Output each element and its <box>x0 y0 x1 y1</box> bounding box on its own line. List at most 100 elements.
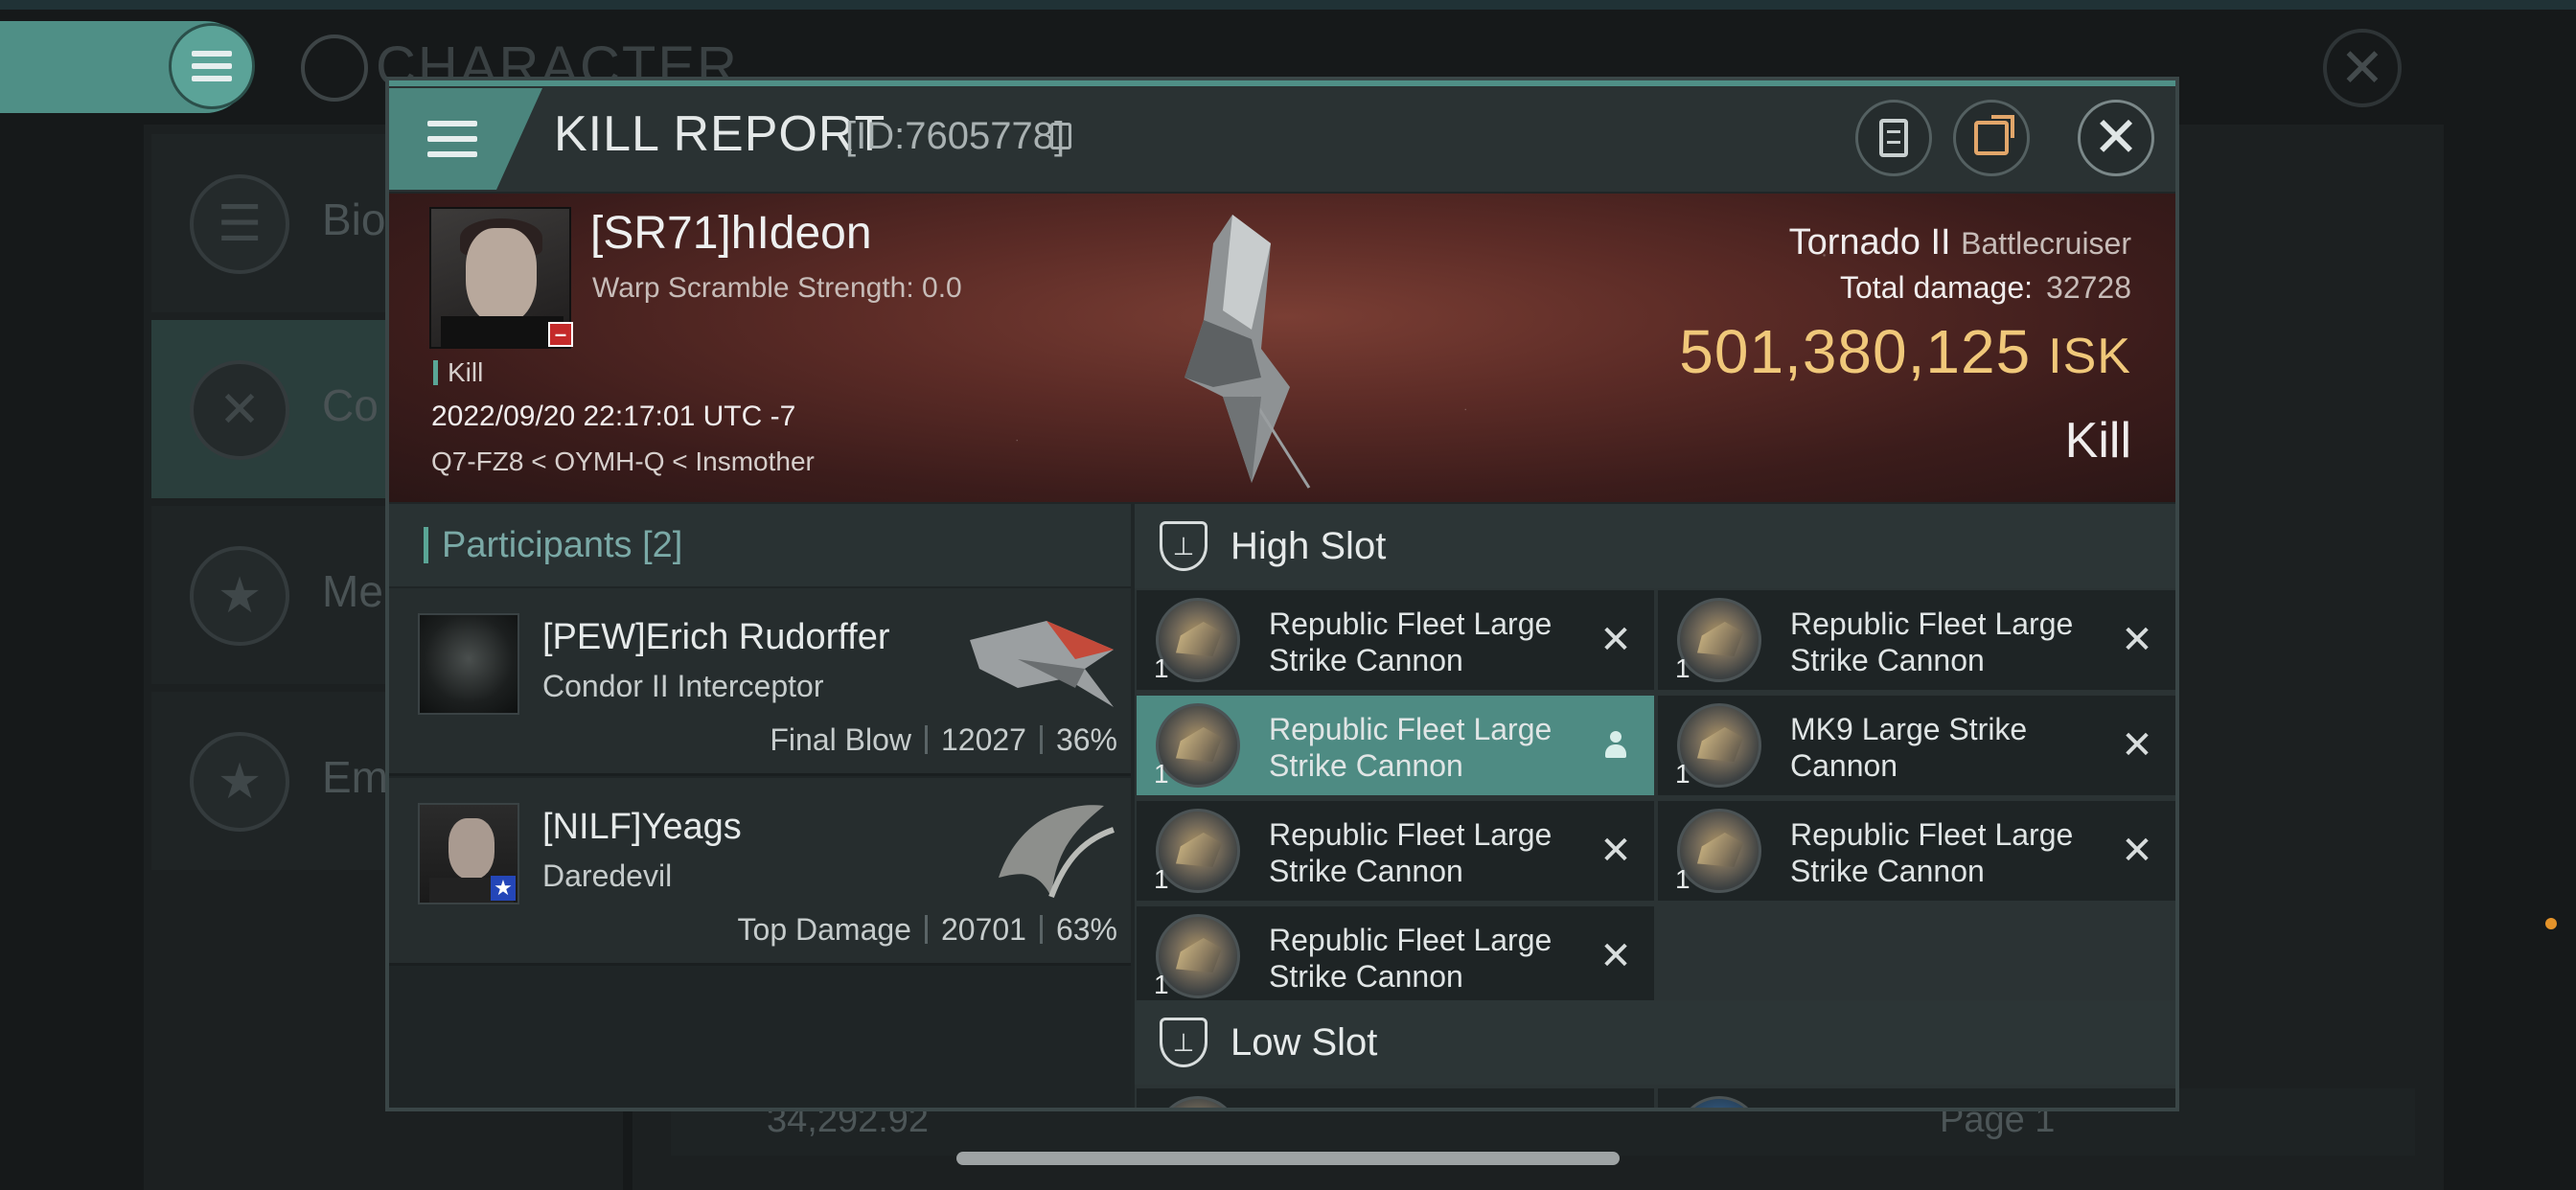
clipboard-button[interactable] <box>1855 100 1932 176</box>
low-slot-label: Low Slot <box>1230 1021 1378 1064</box>
ship-class-text: Battlecruiser <box>1961 226 2131 261</box>
sidebar-item-label: Co <box>322 380 379 430</box>
empty-slot <box>1658 906 2175 1006</box>
module-quantity: 1 <box>1154 970 1169 999</box>
background-menu-button[interactable] <box>169 23 255 109</box>
participant-stats: Final Blow 12027 36% <box>770 722 1117 758</box>
module-name: Republic Fleet Large Strike Cannon <box>1269 817 1552 888</box>
total-damage-label: Total damage: <box>1840 270 2034 305</box>
kill-tag: Kill <box>433 359 483 386</box>
close-button[interactable]: ✕ <box>2078 100 2154 176</box>
high-slot-label: High Slot <box>1230 525 1387 567</box>
module-slot[interactable]: 1 Republic Fleet Large Strike Cannon ✕ <box>1658 590 2175 690</box>
ship-name-text: Tornado II <box>1788 222 1951 263</box>
modal-title: KILL REPORT <box>554 106 886 162</box>
participant-role: Top Damage <box>737 912 911 947</box>
close-icon[interactable]: ✕ <box>1595 619 1637 661</box>
close-icon[interactable]: ✕ <box>1595 935 1637 977</box>
isk-amount: 501,380,125 <box>1679 317 2032 386</box>
module-slot[interactable]: 1 Republic Fleet Large Strike Cannon ✕ <box>1137 906 1654 1006</box>
participant-role: Final Blow <box>770 722 911 757</box>
participant-ship: Daredevil <box>542 858 673 893</box>
high-slot-header: ⊥ High Slot <box>1135 504 2175 588</box>
module-name: Republic Fleet Large Strike Cannon <box>1269 712 1552 783</box>
module-slot[interactable]: Republic Fleet L <box>1137 1088 1654 1108</box>
module-slot[interactable]: 1 MK9 Large Strike Cannon ✕ <box>1658 696 2175 795</box>
module-slot[interactable]: 1 Republic Fleet Large Strike Cannon <box>1137 696 1654 795</box>
module-icon <box>1156 1096 1240 1108</box>
sidebar-item-label: Me <box>322 566 383 616</box>
participant-name: [PEW]Erich Rudorffer <box>542 617 890 657</box>
close-icon[interactable]: ✕ <box>2116 724 2158 767</box>
sidebar-item-label: Em <box>322 752 388 802</box>
module-name: Republic Fleet Large Strike Cannon <box>1269 923 1552 994</box>
close-icon[interactable]: ✕ <box>1595 830 1637 872</box>
high-slot-icon: ⊥ <box>1160 521 1208 571</box>
clipboard-icon <box>1879 119 1908 157</box>
module-quantity: 1 <box>1154 759 1169 789</box>
kill-result: Kill <box>2064 413 2131 469</box>
participant-stats: Top Damage 20701 63% <box>738 912 1117 948</box>
copy-icon[interactable] <box>1050 123 1071 149</box>
participants-label: Participants <box>442 525 632 565</box>
participant-percent: 63% <box>1055 912 1117 947</box>
module-name: Republic Fleet L <box>1269 1104 1585 1108</box>
module-quantity: 1 <box>1675 653 1690 683</box>
close-icon: ✕ <box>2092 106 2140 169</box>
victim-name[interactable]: [SR71]hIdeon <box>590 207 872 260</box>
kill-location[interactable]: Q7-FZ8 < OYMH-Q < Insmother <box>431 446 815 477</box>
person-icon[interactable] <box>1595 724 1637 767</box>
participant-percent: 36% <box>1055 722 1117 757</box>
victim-ship-image[interactable] <box>1146 205 1319 492</box>
participant-ship-image <box>999 805 1115 899</box>
isk-value: 501,380,125 ISK <box>1679 316 2131 387</box>
participant-damage: 12027 <box>940 722 1026 757</box>
low-slot-icon: ⊥ <box>1160 1018 1208 1067</box>
total-damage-value: 32728 <box>2046 270 2131 305</box>
close-icon: ✕ <box>2339 37 2385 98</box>
participant-portrait[interactable]: ★ <box>418 803 519 904</box>
victim-ship-name[interactable]: Tornado II Battlecruiser <box>1789 222 2131 263</box>
total-damage: Total damage: 32728 <box>1840 270 2131 306</box>
star-icon: ★ <box>190 732 289 832</box>
module-name: Republic Fleet Large Strike Cannon <box>1790 817 2074 888</box>
isk-unit: ISK <box>2048 329 2131 384</box>
notification-dot <box>2545 918 2557 929</box>
module-name: MK9 Large Strike Cannon <box>1790 712 2028 783</box>
kill-report-id: [ID:7605778] <box>845 115 1066 157</box>
module-name: Republic Fleet Large Strike Cannon <box>1790 606 2074 677</box>
home-indicator[interactable] <box>956 1152 1620 1165</box>
star-icon: ★ <box>190 546 289 646</box>
module-quantity: 1 <box>1675 864 1690 894</box>
module-slot[interactable]: 1 Republic Fleet Large Strike Cannon ✕ <box>1137 801 1654 901</box>
close-icon[interactable]: ✕ <box>2116 619 2158 661</box>
module-quantity: 1 <box>1154 864 1169 894</box>
participant-row[interactable]: ★ [NILF]Yeags Daredevil Top Damage 20701 6… <box>389 778 1131 966</box>
participant-ship: Condor II Interceptor <box>542 669 824 703</box>
module-slot[interactable] <box>1658 1088 2175 1108</box>
close-icon[interactable]: ✕ <box>2116 830 2158 872</box>
participant-row[interactable]: [PEW]Erich Rudorffer Condor II Intercept… <box>389 588 1131 776</box>
participant-portrait[interactable] <box>418 613 519 715</box>
module-quantity: 1 <box>1154 653 1169 683</box>
menu-icon <box>192 51 232 81</box>
module-slot[interactable]: 1 Republic Fleet Large Strike Cannon ✕ <box>1137 590 1654 690</box>
module-slot[interactable]: 1 Republic Fleet Large Strike Cannon ✕ <box>1658 801 2175 901</box>
participants-count: [2] <box>642 525 683 565</box>
share-button[interactable] <box>1953 100 2030 176</box>
standing-star-icon: ★ <box>491 876 516 901</box>
module-name: Republic Fleet Large Strike Cannon <box>1269 606 1552 677</box>
character-icon <box>301 34 368 102</box>
participant-damage: 20701 <box>940 912 1026 947</box>
background-close-button[interactable]: ✕ <box>2323 29 2402 107</box>
participant-ship-image <box>970 621 1114 707</box>
module-icon <box>1677 1096 1761 1108</box>
kill-report-modal: KILL REPORT [ID:7605778] ✕ – [SR71]hIdeo… <box>385 77 2179 1111</box>
sidebar-item-label: Bio <box>322 195 386 244</box>
kill-datetime: 2022/09/20 22:17:01 UTC -7 <box>431 400 796 432</box>
crossed-swords-icon: ✕ <box>190 360 289 460</box>
warp-scramble-strength: Warp Scramble Strength: 0.0 <box>592 272 962 304</box>
list-icon: ☰ <box>190 174 289 274</box>
share-icon <box>1974 115 2014 155</box>
menu-icon <box>427 121 477 157</box>
